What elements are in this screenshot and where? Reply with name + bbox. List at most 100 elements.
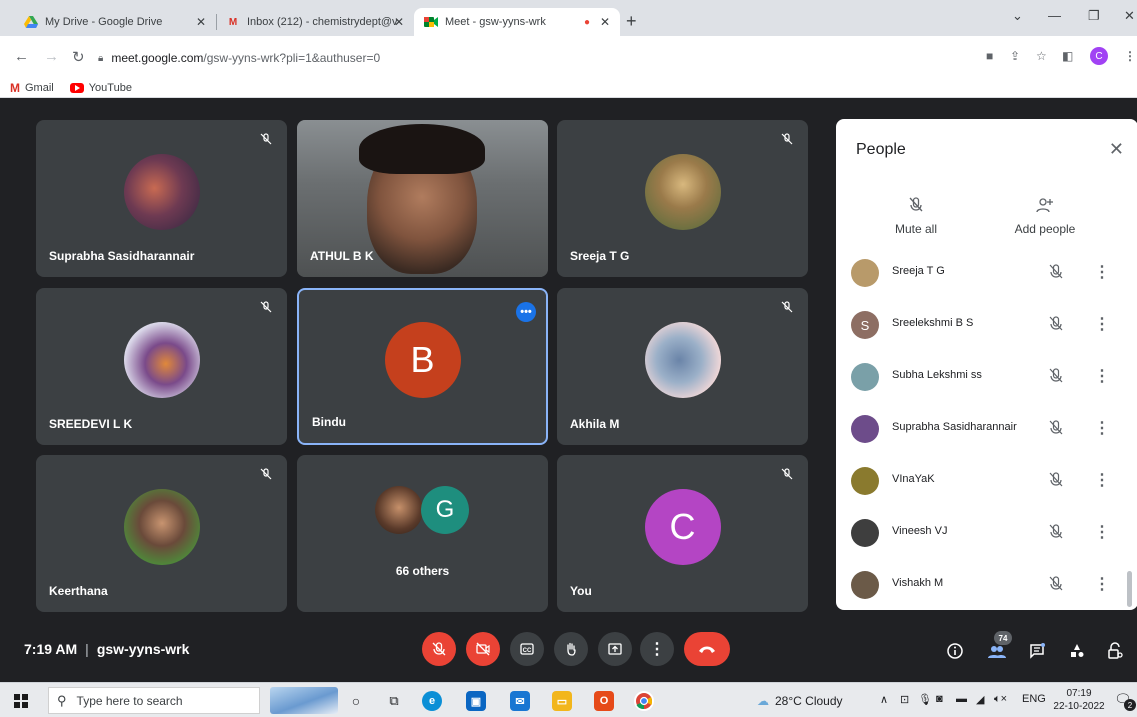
mic-off-icon[interactable] xyxy=(1048,523,1064,541)
language-indicator[interactable]: ENG xyxy=(1022,693,1046,705)
bookmark-gmail[interactable]: M Gmail xyxy=(10,81,54,95)
more-options-icon[interactable]: ⋮ xyxy=(1094,314,1110,334)
participant-list-item[interactable]: S Sreelekshmi B S ⋮ xyxy=(836,301,1137,351)
close-icon[interactable]: ✕ xyxy=(1109,139,1124,160)
browser-toolbar: ← → ↻ 🔒︎ meet.google.com/gsw-yyns-wrk?pl… xyxy=(0,36,1137,78)
reload-icon[interactable]: ↻ xyxy=(72,48,85,66)
share-icon[interactable]: ⇪ xyxy=(1010,49,1020,63)
participant-list-scrollbar[interactable] xyxy=(1127,571,1132,607)
participant-tile[interactable]: Suprabha Sasidharannair xyxy=(36,120,287,277)
cortana-icon[interactable]: ○ xyxy=(346,691,366,711)
edge-browser-icon[interactable]: e xyxy=(422,691,442,711)
participant-tile[interactable]: SREEDEVI L K xyxy=(36,288,287,445)
close-tab-icon[interactable]: ✕ xyxy=(394,15,404,29)
host-controls-button[interactable] xyxy=(1104,640,1126,662)
camera-in-use-icon[interactable]: ■ xyxy=(986,49,993,63)
forward-arrow-icon[interactable]: → xyxy=(44,48,59,65)
mic-off-icon[interactable] xyxy=(1048,367,1064,385)
mic-off-icon xyxy=(909,197,923,212)
participant-tile[interactable]: Keerthana xyxy=(36,455,287,612)
mic-off-icon[interactable] xyxy=(1048,419,1064,437)
tab-google-meet[interactable]: Meet - gsw-yyns-wrk ● ✕ xyxy=(414,8,620,36)
participant-tile[interactable]: Akhila M xyxy=(557,288,808,445)
meeting-details-button[interactable] xyxy=(944,640,966,662)
more-options-icon[interactable]: ⋮ xyxy=(1094,262,1110,282)
close-window-button[interactable]: ✕ xyxy=(1124,8,1135,24)
microphone-toggle-button[interactable] xyxy=(422,632,456,666)
participant-list-item[interactable]: VInaYaK ⋮ xyxy=(836,457,1137,507)
mic-off-icon xyxy=(260,468,272,480)
taskbar-search-box[interactable]: ⚲ Type here to search xyxy=(48,687,260,714)
mic-off-icon[interactable] xyxy=(1048,315,1064,333)
add-person-icon xyxy=(1036,198,1053,213)
windows-start-icon[interactable] xyxy=(14,694,28,708)
participant-list-item[interactable]: Vishakh M ⋮ xyxy=(836,561,1137,610)
microphone-tray-icon[interactable]: 🎙︎ xyxy=(918,693,932,706)
weather-text[interactable]: 28°C Cloudy xyxy=(775,694,843,708)
profile-avatar[interactable]: C xyxy=(1090,47,1108,65)
system-clock[interactable]: 07:19 22-10-2022 xyxy=(1052,687,1106,713)
mic-off-icon[interactable] xyxy=(1048,263,1064,281)
speaker-muted-icon[interactable]: 🔈︎× xyxy=(994,693,1007,706)
task-view-icon[interactable]: ⧉ xyxy=(384,691,404,711)
tab-gmail-inbox[interactable]: M Inbox (212) - chemistrydept@vtm ✕ xyxy=(216,8,414,36)
battery-icon[interactable]: ▬ xyxy=(956,693,967,705)
present-screen-button[interactable] xyxy=(598,632,632,666)
new-tab-button[interactable]: + xyxy=(626,11,637,32)
participant-name: Sreeja T G xyxy=(570,249,630,263)
participant-list-item[interactable]: Sreeja T G ⋮ xyxy=(836,249,1137,299)
leave-call-button[interactable] xyxy=(684,632,730,666)
info-icon xyxy=(947,643,963,659)
microsoft-store-icon[interactable]: ▣ xyxy=(466,691,486,711)
mic-off-icon[interactable] xyxy=(1048,471,1064,489)
bookmark-star-icon[interactable]: ☆ xyxy=(1036,49,1047,63)
self-tile[interactable]: C You xyxy=(557,455,808,612)
add-people-label: Add people xyxy=(1014,222,1076,236)
more-options-icon[interactable]: ⋮ xyxy=(1094,366,1110,386)
news-widget-icon[interactable] xyxy=(270,687,338,714)
back-arrow-icon[interactable]: ← xyxy=(14,48,29,65)
mic-off-icon[interactable] xyxy=(1048,575,1064,593)
more-options-icon[interactable]: ⋮ xyxy=(1094,418,1110,438)
participant-list-item[interactable]: Subha Lekshmi ss ⋮ xyxy=(836,353,1137,403)
show-hidden-icons-chevron-icon[interactable]: ∧ xyxy=(880,693,888,706)
tab-google-drive[interactable]: My Drive - Google Drive ✕ xyxy=(14,8,217,36)
tab-title: Meet - gsw-yyns-wrk xyxy=(445,16,546,28)
raise-hand-button[interactable] xyxy=(554,632,588,666)
tab-search-icon[interactable]: ⌄ xyxy=(1012,8,1023,24)
meet-tray-icon[interactable]: ⊡ xyxy=(900,693,909,706)
mail-icon[interactable]: ✉ xyxy=(510,691,530,711)
captions-button[interactable]: CC xyxy=(510,632,544,666)
bookmark-youtube[interactable]: YouTube xyxy=(69,82,132,94)
camera-tray-icon[interactable]: ◙ xyxy=(936,693,943,705)
participant-tile-video[interactable]: ATHUL B K xyxy=(297,120,548,277)
menu-kebab-icon[interactable]: ⋮ xyxy=(1124,49,1136,63)
participant-list-item[interactable]: Suprabha Sasidharannair ⋮ xyxy=(836,405,1137,455)
close-tab-icon[interactable]: ✕ xyxy=(600,15,610,29)
participant-avatar xyxy=(851,467,879,495)
chat-button[interactable] xyxy=(1026,640,1048,662)
wifi-icon[interactable]: ◢ xyxy=(976,693,984,706)
chrome-icon[interactable] xyxy=(634,691,654,711)
more-options-icon[interactable]: ⋮ xyxy=(1094,522,1110,542)
camera-toggle-button[interactable] xyxy=(466,632,500,666)
more-options-icon[interactable]: ⋮ xyxy=(1094,574,1110,594)
restore-button[interactable]: ❐ xyxy=(1088,8,1100,24)
participant-tile[interactable]: Sreeja T G xyxy=(557,120,808,277)
more-options-icon[interactable]: ••• xyxy=(516,302,536,322)
address-bar[interactable]: 🔒︎ meet.google.com/gsw-yyns-wrk?pli=1&au… xyxy=(98,45,978,71)
search-placeholder: Type here to search xyxy=(76,693,183,708)
participant-list-item[interactable]: Vineesh VJ ⋮ xyxy=(836,509,1137,559)
office-icon[interactable]: O xyxy=(594,691,614,711)
close-tab-icon[interactable]: ✕ xyxy=(196,15,206,29)
side-panel-icon[interactable]: ◧ xyxy=(1062,49,1073,63)
add-people-button[interactable]: Add people xyxy=(995,196,1095,236)
activities-button[interactable] xyxy=(1066,640,1088,662)
minimize-button[interactable]: — xyxy=(1048,8,1061,23)
participant-tile-active-speaker[interactable]: B ••• Bindu xyxy=(297,288,548,445)
file-explorer-icon[interactable]: ▭ xyxy=(552,691,572,711)
more-options-icon[interactable]: ⋮ xyxy=(1094,470,1110,490)
mute-all-button[interactable]: Mute all xyxy=(866,196,966,236)
more-options-button[interactable]: ⋮ xyxy=(640,632,674,666)
others-tile[interactable]: G 66 others xyxy=(297,455,548,612)
